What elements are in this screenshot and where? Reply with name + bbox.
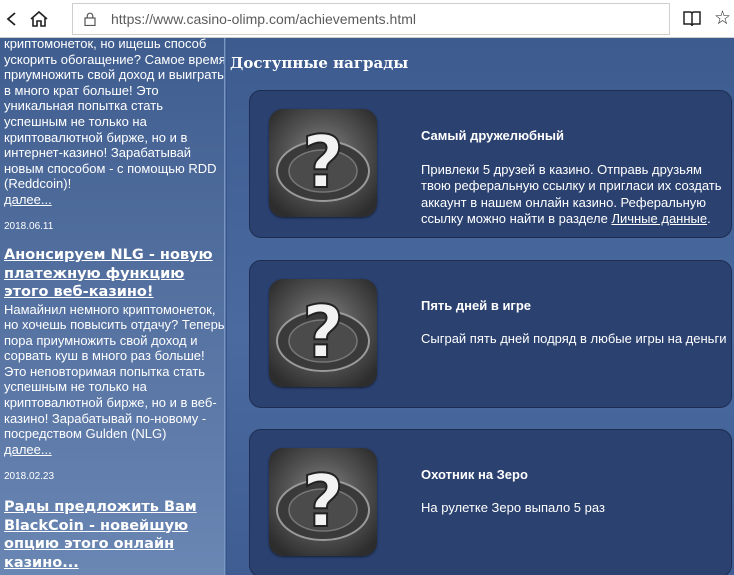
back-icon[interactable] (0, 7, 24, 31)
personal-data-link[interactable]: Личные данные (611, 211, 707, 226)
question-chip-icon: ? (269, 448, 377, 556)
favorite-star-icon[interactable]: ☆ (714, 5, 734, 31)
lock-icon (84, 12, 96, 26)
reading-view-icon[interactable] (681, 8, 703, 30)
achievements-main: Доступные награды ? Самый дружелюбный Пр… (227, 38, 734, 575)
question-chip-icon: ? (269, 279, 377, 387)
award-card: ? Пять дней в игре Сыграй пять дней подр… (249, 260, 732, 408)
browser-toolbar: https://www.casino-olimp.com/achievement… (0, 0, 734, 38)
address-bar[interactable]: https://www.casino-olimp.com/achievement… (72, 3, 670, 35)
news-body: Намайнил немного криптомонеток, но хочеш… (4, 301, 224, 442)
news-body: криптомонеток, но ищешь способ ускорить … (4, 38, 224, 192)
award-description-suffix: . (707, 210, 711, 226)
svg-text:?: ? (302, 120, 344, 204)
award-description: На рулетке Зеро выпало 5 раз (421, 500, 605, 515)
award-title: Самый дружелюбный (421, 128, 564, 143)
news-item: Анонсируем NLG - новую платежную функцию… (4, 246, 224, 457)
news-date: 2018.06.11 (4, 221, 54, 232)
news-title-link[interactable]: Рады предложить Вам BlackCoin - новейшую… (4, 498, 224, 572)
svg-text:?: ? (302, 459, 344, 543)
question-chip-icon: ? (269, 109, 377, 217)
award-description: Привлеки 5 друзей в казино. Отправь друз… (421, 162, 731, 227)
news-date: 2018.02.23 (4, 471, 55, 482)
award-title: Охотник на Зеро (421, 467, 528, 482)
url-text: https://www.casino-olimp.com/achievement… (111, 11, 416, 27)
home-icon[interactable] (27, 7, 51, 31)
award-description: Сыграй пять дней подряд в любые игры на … (421, 331, 727, 346)
award-card: ? Охотник на Зеро На рулетке Зеро выпало… (249, 429, 732, 575)
news-item: Рады предложить Вам BlackCoin - новейшую… (4, 498, 224, 572)
award-card: ? Самый дружелюбный Привлеки 5 друзей в … (249, 90, 732, 238)
news-title-link[interactable]: Анонсируем NLG - новую платежную функцию… (4, 246, 224, 302)
page-title: Доступные награды (230, 54, 409, 72)
svg-text:?: ? (302, 290, 344, 374)
news-sidebar: криптомонеток, но ищешь способ ускорить … (0, 38, 224, 575)
award-title: Пять дней в игре (421, 298, 532, 313)
read-more-link[interactable]: далее... (4, 442, 224, 458)
news-item: криптомонеток, но ищешь способ ускорить … (4, 38, 224, 208)
read-more-link[interactable]: далее... (4, 192, 224, 208)
